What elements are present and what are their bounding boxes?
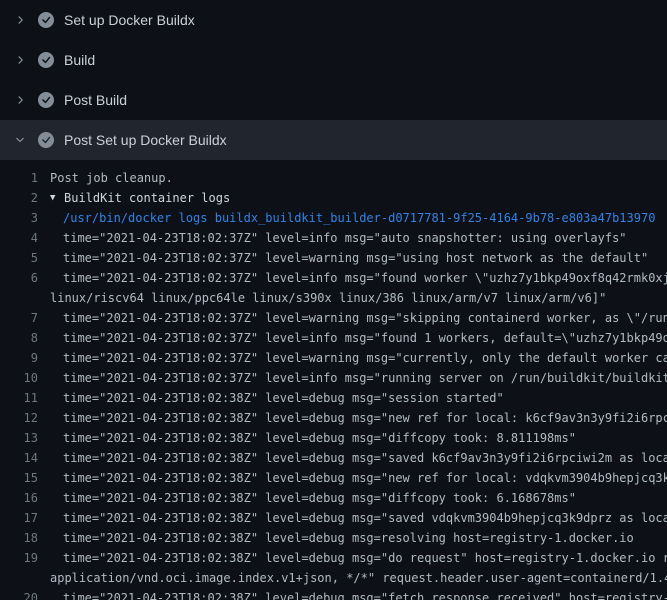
log-line-number[interactable]: 4 bbox=[0, 228, 38, 248]
log-line: 6 time="2021-04-23T18:02:37Z" level=info … bbox=[0, 268, 667, 288]
step-list: Set up Docker Buildx Build Post Build bbox=[0, 0, 667, 160]
log-line-number[interactable]: 1 bbox=[0, 168, 38, 188]
chevron-right-icon bbox=[12, 12, 28, 28]
log-message-text: time="2021-04-23T18:02:37Z" level=info m… bbox=[63, 268, 667, 288]
log-line: 4 time="2021-04-23T18:02:37Z" level=info … bbox=[0, 228, 667, 248]
log-line: 18 time="2021-04-23T18:02:38Z" level=debu… bbox=[0, 528, 667, 548]
log-message-text: time="2021-04-23T18:02:38Z" level=debug … bbox=[63, 468, 667, 488]
log-line-number bbox=[0, 288, 38, 308]
chevron-down-icon bbox=[12, 132, 28, 148]
log-line: 20 time="2021-04-23T18:02:38Z" level=debu… bbox=[0, 588, 667, 600]
log-line: 7 time="2021-04-23T18:02:37Z" level=warni… bbox=[0, 308, 667, 328]
log-message-text: time="2021-04-23T18:02:38Z" level=debug … bbox=[63, 588, 667, 600]
chevron-right-icon bbox=[12, 92, 28, 108]
log-line-number[interactable]: 19 bbox=[0, 548, 38, 568]
log-message-text: time="2021-04-23T18:02:37Z" level=warnin… bbox=[63, 348, 667, 368]
step-header-build[interactable]: Build bbox=[0, 40, 667, 80]
log-line: 2 ▼BuildKit container logs bbox=[0, 188, 667, 208]
group-toggle-icon[interactable]: ▼ bbox=[50, 188, 64, 208]
log-line-number[interactable]: 2 bbox=[0, 188, 38, 208]
log-line-number[interactable]: 8 bbox=[0, 328, 38, 348]
step-header-post-build[interactable]: Post Build bbox=[0, 80, 667, 120]
actions-log-viewer: Set up Docker Buildx Build Post Build bbox=[0, 0, 667, 600]
log-line-number[interactable]: 11 bbox=[0, 388, 38, 408]
log-message-text: application/vnd.oci.image.index.v1+json,… bbox=[50, 568, 667, 588]
log-line-number[interactable]: 14 bbox=[0, 448, 38, 468]
log-message-text: time="2021-04-23T18:02:37Z" level=warnin… bbox=[63, 308, 667, 328]
step-title: Post Build bbox=[64, 90, 127, 110]
step-title: Post Set up Docker Buildx bbox=[64, 130, 227, 150]
log-line-number[interactable]: 9 bbox=[0, 348, 38, 368]
log-line: 15 time="2021-04-23T18:02:38Z" level=debu… bbox=[0, 468, 667, 488]
step-title: Set up Docker Buildx bbox=[64, 10, 195, 30]
log-line: 16 time="2021-04-23T18:02:38Z" level=debu… bbox=[0, 488, 667, 508]
log-line: 14 time="2021-04-23T18:02:38Z" level=debu… bbox=[0, 448, 667, 468]
log-message-text: time="2021-04-23T18:02:37Z" level=info m… bbox=[63, 368, 667, 388]
log-line: 19 time="2021-04-23T18:02:38Z" level=debu… bbox=[0, 548, 667, 568]
log-command-text: /usr/bin/docker logs buildx_buildkit_bui… bbox=[63, 208, 655, 228]
log-line: 5 time="2021-04-23T18:02:37Z" level=warni… bbox=[0, 248, 667, 268]
log-line-number[interactable]: 7 bbox=[0, 308, 38, 328]
log-line-number[interactable]: 13 bbox=[0, 428, 38, 448]
log-line: 17 time="2021-04-23T18:02:38Z" level=debu… bbox=[0, 508, 667, 528]
log-line: application/vnd.oci.image.index.v1+json,… bbox=[0, 568, 667, 588]
log-message-text: time="2021-04-23T18:02:38Z" level=debug … bbox=[63, 548, 667, 568]
log-message-text: time="2021-04-23T18:02:37Z" level=warnin… bbox=[63, 248, 648, 268]
log-message-text: time="2021-04-23T18:02:37Z" level=info m… bbox=[63, 228, 627, 248]
step-title: Build bbox=[64, 50, 95, 70]
log-line-number[interactable]: 12 bbox=[0, 408, 38, 428]
log-line: 9 time="2021-04-23T18:02:37Z" level=warni… bbox=[0, 348, 667, 368]
chevron-right-icon bbox=[12, 52, 28, 68]
log-output: 1 Post job cleanup. 2 ▼BuildKit container l… bbox=[0, 160, 667, 600]
log-message-text: time="2021-04-23T18:02:38Z" level=debug … bbox=[63, 508, 667, 528]
step-header-post-set-up-docker-buildx[interactable]: Post Set up Docker Buildx bbox=[0, 120, 667, 160]
log-line-number[interactable]: 17 bbox=[0, 508, 38, 528]
log-line-number[interactable]: 15 bbox=[0, 468, 38, 488]
log-message-text: time="2021-04-23T18:02:38Z" level=debug … bbox=[63, 488, 576, 508]
step-header-set-up-docker-buildx[interactable]: Set up Docker Buildx bbox=[0, 0, 667, 40]
log-line: 3/usr/bin/docker logs buildx_buildkit_bu… bbox=[0, 208, 667, 228]
check-circle-icon bbox=[38, 52, 54, 68]
check-circle-icon bbox=[38, 12, 54, 28]
log-line: 1 Post job cleanup. bbox=[0, 168, 667, 188]
log-message-text: time="2021-04-23T18:02:38Z" level=debug … bbox=[63, 528, 634, 548]
log-message-text: linux/riscv64 linux/ppc64le linux/s390x … bbox=[50, 288, 606, 308]
log-message-text: time="2021-04-23T18:02:38Z" level=debug … bbox=[63, 388, 504, 408]
check-circle-icon bbox=[38, 132, 54, 148]
log-line-number bbox=[0, 568, 38, 588]
log-group-header[interactable]: BuildKit container logs bbox=[64, 188, 230, 208]
log-line: 11 time="2021-04-23T18:02:38Z" level=debu… bbox=[0, 388, 667, 408]
log-message-text: time="2021-04-23T18:02:38Z" level=debug … bbox=[63, 428, 576, 448]
check-circle-icon bbox=[38, 92, 54, 108]
log-line: linux/riscv64 linux/ppc64le linux/s390x … bbox=[0, 288, 667, 308]
log-line-number[interactable]: 10 bbox=[0, 368, 38, 388]
log-line-number[interactable]: 20 bbox=[0, 588, 38, 600]
log-line-number[interactable]: 18 bbox=[0, 528, 38, 548]
log-message-text: Post job cleanup. bbox=[50, 168, 173, 188]
log-line: 13 time="2021-04-23T18:02:38Z" level=debu… bbox=[0, 428, 667, 448]
log-message-text: time="2021-04-23T18:02:38Z" level=debug … bbox=[63, 448, 667, 468]
log-message-text: time="2021-04-23T18:02:37Z" level=info m… bbox=[63, 328, 667, 348]
log-line-number[interactable]: 3 bbox=[0, 208, 38, 228]
log-line-number[interactable]: 6 bbox=[0, 268, 38, 288]
log-line: 8 time="2021-04-23T18:02:37Z" level=info … bbox=[0, 328, 667, 348]
log-line: 12 time="2021-04-23T18:02:38Z" level=debu… bbox=[0, 408, 667, 428]
log-line: 10 time="2021-04-23T18:02:37Z" level=info… bbox=[0, 368, 667, 388]
log-message-text: time="2021-04-23T18:02:38Z" level=debug … bbox=[63, 408, 667, 428]
log-line-number[interactable]: 16 bbox=[0, 488, 38, 508]
log-line-number[interactable]: 5 bbox=[0, 248, 38, 268]
